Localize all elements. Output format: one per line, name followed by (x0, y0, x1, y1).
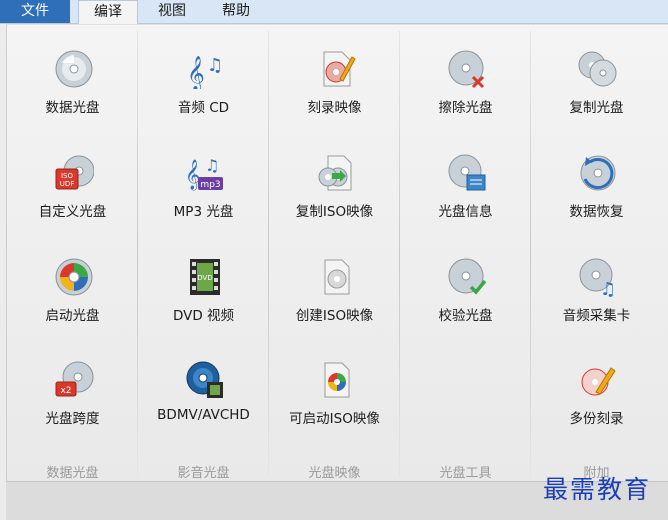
svg-text:UDF: UDF (60, 180, 75, 188)
data-recovery-button[interactable]: 数据恢复 (531, 143, 662, 231)
erase-disc-label: 擦除光盘 (438, 100, 493, 116)
burn-image-label: 刻录映像 (307, 100, 362, 116)
create-iso-button[interactable]: 创建ISO映像 (269, 247, 400, 335)
group-title-disc-tools: 光盘工具 (439, 466, 492, 481)
group-title-media-disc: 影音光盘 (177, 466, 230, 481)
bootable-iso-label: 可启动ISO映像 (289, 411, 380, 427)
verify-disc-label: 校验光盘 (438, 308, 493, 324)
data-recovery-icon (580, 155, 616, 191)
svg-text:♫: ♫ (207, 55, 223, 76)
audio-cd-label: 音频 CD (177, 100, 230, 116)
disc-icon (55, 50, 93, 88)
watermark-text: 最需教育 (543, 475, 652, 504)
mp3-icon: 𝄞 ♫ mp3 (185, 156, 223, 191)
group-media-disc: 𝄞 ♫ 音频 CD 𝄞 ♫ mp3 MP3 光盘 DVD DVD 视频 BDMV… (138, 25, 269, 481)
bootable-iso-button[interactable]: 可启动ISO映像 (269, 350, 400, 438)
bluray-disc-icon (186, 361, 223, 398)
group-disc-image: 刻录映像 复制ISO映像 创建ISO映像 可启动ISO映像 光盘映像 (269, 25, 400, 481)
copy-iso-button[interactable]: 复制ISO映像 (269, 143, 400, 231)
erase-disc-button[interactable]: 擦除光盘 (400, 39, 531, 127)
data-disc-label: 数据光盘 (45, 100, 100, 116)
create-iso-label: 创建ISO映像 (295, 308, 374, 324)
svg-text:DVD: DVD (197, 274, 212, 282)
group-disc-tools: 擦除光盘 光盘信息 校验光盘 光盘工具 (400, 25, 531, 481)
boot-disc-label: 启动光盘 (45, 308, 100, 324)
disc-span-x2-icon: x2 (55, 361, 94, 397)
music-notes-icon: 𝄞 ♫ (187, 55, 223, 89)
group-title-disc-image: 光盘映像 (308, 466, 361, 481)
tab-view[interactable]: 视图 (142, 0, 202, 23)
svg-text:♫: ♫ (205, 156, 219, 175)
disc-span-label: 光盘跨度 (45, 411, 100, 427)
burn-image-icon (323, 51, 356, 87)
data-recovery-label: 数据恢复 (569, 204, 624, 220)
custom-disc-label: 自定义光盘 (38, 204, 107, 220)
custom-disc-button[interactable]: ISO UDF 自定义光盘 (7, 143, 138, 231)
group-extras: 复制光盘 数据恢复 ♫ 音频采集卡 多份刻录 附加 (531, 25, 662, 481)
multi-burn-button[interactable]: 多份刻录 (531, 350, 662, 438)
iso-udf-disc-icon: ISO UDF (55, 155, 94, 190)
tab-help[interactable]: 帮助 (206, 0, 266, 23)
disc-info-button[interactable]: 光盘信息 (400, 143, 531, 231)
copy-iso-label: 复制ISO映像 (295, 204, 374, 220)
group-data-disc: 数据光盘 ISO UDF 自定义光盘 启动光盘 x2 光盘跨度 数据光盘 (7, 25, 138, 481)
copy-iso-icon (318, 155, 352, 191)
boot-disc-icon (55, 258, 93, 296)
audio-grabber-label: 音频采集卡 (562, 308, 631, 324)
menu-bar: 文件 编译 视图 帮助 (0, 0, 668, 24)
audio-grabber-icon: ♫ (579, 258, 616, 297)
svg-text:♫: ♫ (600, 279, 616, 297)
copy-disc-icon (578, 51, 617, 87)
dvd-video-button[interactable]: DVD DVD 视频 (138, 247, 269, 335)
create-iso-icon (324, 259, 350, 295)
verify-disc-icon (448, 258, 487, 295)
disc-info-label: 光盘信息 (438, 204, 493, 220)
bdmv-avchd-label: BDMV/AVCHD (157, 407, 250, 423)
data-disc-button[interactable]: 数据光盘 (7, 39, 138, 127)
copy-disc-button[interactable]: 复制光盘 (531, 39, 662, 127)
dvd-video-label: DVD 视频 (172, 308, 235, 324)
multi-burn-label: 多份刻录 (569, 411, 624, 427)
tab-edit[interactable]: 编译 (78, 0, 138, 24)
svg-text:x2: x2 (60, 386, 71, 396)
copy-disc-label: 复制光盘 (569, 100, 624, 116)
disc-span-button[interactable]: x2 光盘跨度 (7, 350, 138, 438)
bdmv-avchd-button[interactable]: BDMV/AVCHD (138, 350, 269, 438)
boot-disc-button[interactable]: 启动光盘 (7, 247, 138, 335)
mp3-disc-label: MP3 光盘 (173, 204, 234, 220)
audio-grabber-button[interactable]: ♫ 音频采集卡 (531, 247, 662, 335)
svg-text:mp3: mp3 (200, 180, 220, 190)
burn-image-button[interactable]: 刻录映像 (269, 39, 400, 127)
erase-disc-icon (448, 50, 485, 89)
mp3-disc-button[interactable]: 𝄞 ♫ mp3 MP3 光盘 (138, 143, 269, 231)
multi-burn-icon (581, 367, 616, 396)
ribbon-panel: 数据光盘 ISO UDF 自定义光盘 启动光盘 x2 光盘跨度 数据光盘 𝄞 ♫… (6, 24, 668, 481)
dvd-film-icon: DVD (190, 259, 220, 295)
verify-disc-button[interactable]: 校验光盘 (400, 247, 531, 335)
audio-cd-button[interactable]: 𝄞 ♫ 音频 CD (138, 39, 269, 127)
svg-text:𝄞: 𝄞 (187, 56, 205, 89)
svg-text:ISO: ISO (61, 172, 74, 180)
bootable-iso-icon (324, 362, 350, 398)
tab-file[interactable]: 文件 (0, 0, 70, 23)
disc-info-icon (448, 154, 486, 191)
group-title-data-disc: 数据光盘 (46, 466, 99, 481)
